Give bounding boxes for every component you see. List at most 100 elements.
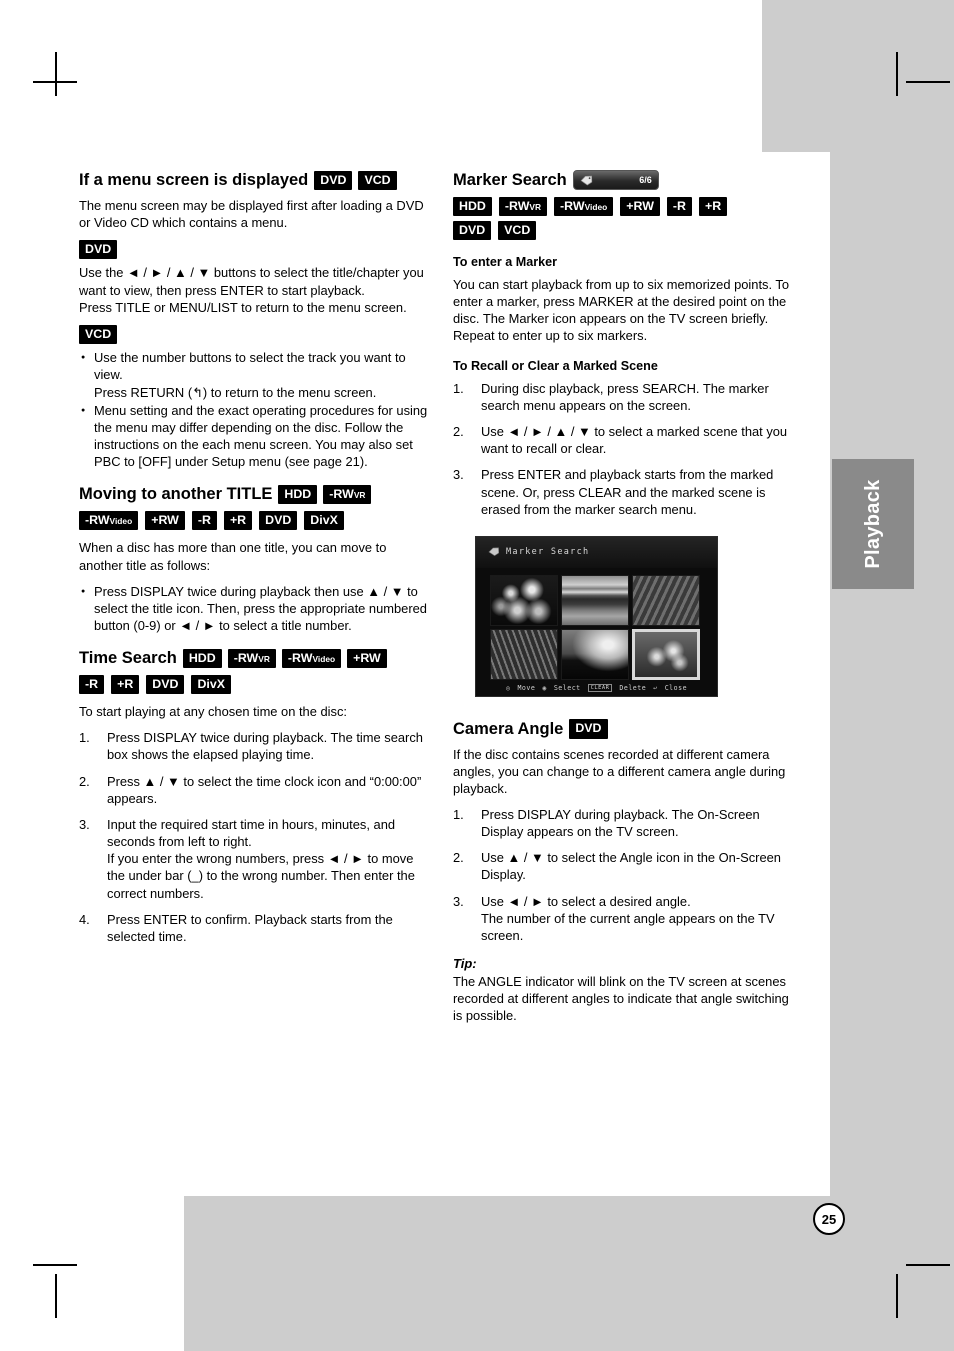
camera-angle-intro: If the disc contains scenes recorded at …	[453, 746, 786, 796]
crop-mark-top-right-horizontal	[906, 81, 950, 83]
list-item: Use ◄ / ► / ▲ / ▼ to select a marked sce…	[453, 423, 788, 457]
osd-title: Marker Search	[506, 547, 590, 558]
section-heading-menu-screen-text: If a menu screen is displayed	[79, 171, 309, 189]
marker-tag-icon	[580, 175, 592, 186]
moving-title-badge-row: -RWVideo +RW -R +R DVD DivX	[79, 510, 429, 531]
disc-badge-plus-r: +R	[223, 510, 253, 531]
crop-mark-top-left-vertical	[55, 52, 57, 96]
marker-search-badge-row-1: HDD -RWVR -RWVideo +RW -R +R	[453, 196, 801, 217]
moving-title-intro: When a disc has more than one title, you…	[79, 540, 387, 573]
tip-label: Tip:	[453, 956, 477, 972]
disc-badge-dvd: DVD	[79, 239, 118, 260]
osd-thumbnail[interactable]	[561, 628, 629, 680]
disc-badge-plus-rw: +RW	[620, 196, 660, 217]
disc-badge-plus-r: +R	[698, 196, 728, 217]
subheading-enter-marker: To enter a Marker	[453, 255, 558, 270]
disc-badge-minus-r: -R	[79, 674, 105, 695]
moving-title-bullet-list: Press DISPLAY twice during playback then…	[79, 583, 429, 634]
menu-screen-intro: The menu screen may be displayed first a…	[79, 197, 424, 230]
vcd-badge-row: VCD	[79, 324, 429, 345]
marker-count-value: 6/6	[639, 174, 652, 185]
osd-thumbnail[interactable]	[561, 574, 629, 626]
list-item: Use ▲ / ▼ to select the Angle icon in th…	[453, 849, 781, 883]
list-item: Press ENTER to confirm. Playback starts …	[79, 911, 393, 944]
dvd-instructions-1: Use the ◄ / ► / ▲ / ▼ buttons to select …	[79, 265, 424, 298]
section-heading-camera-angle: Camera Angle DVD	[453, 719, 801, 740]
disc-badge-hdd: HDD	[182, 648, 222, 669]
disc-badge-rw-vr: -RWVR	[323, 484, 372, 505]
time-search-step-list: Press DISPLAY twice during playback. The…	[79, 729, 429, 945]
section-heading-moving-title: Moving to another TITLE HDD -RWVR	[79, 484, 429, 505]
marker-search-badge-row-2: DVD VCD	[453, 221, 801, 241]
osd-close-label: Close	[664, 683, 688, 692]
list-item: During disc playback, press SEARCH. The …	[453, 380, 769, 413]
disc-badge-dvd: DVD	[146, 674, 185, 695]
osd-delete-key: CLEAR	[587, 683, 613, 692]
osd-close-icon: ↩	[653, 683, 658, 692]
disc-badge-dvd: DVD	[259, 510, 298, 531]
osd-header: Marker Search	[476, 536, 717, 568]
disc-badge-rw-vr: -RWVR	[227, 648, 276, 669]
vcd-bullet-list: Use the number buttons to select the tra…	[79, 349, 429, 470]
disc-badge-vcd: VCD	[498, 221, 537, 241]
dvd-instructions-2: Press TITLE or MENU/LIST to return to th…	[79, 299, 407, 315]
list-item: Input the required start time in hours, …	[79, 816, 415, 901]
disc-badge-divx: DivX	[191, 674, 231, 695]
crop-mark-bottom-right-horizontal	[906, 1264, 950, 1266]
time-search-badge-row: -R +R DVD DivX	[79, 674, 429, 695]
marker-tag-icon	[488, 547, 500, 557]
list-item: Use ◄ / ► to select a desired angle. The …	[453, 893, 775, 943]
list-item: Press ENTER and playback starts from the…	[453, 466, 774, 517]
disc-badge-dvd: DVD	[569, 719, 608, 739]
chapter-side-tab: Playback	[832, 459, 914, 589]
left-column: If a menu screen is displayed DVD VCD Th…	[79, 170, 429, 954]
disc-badge-plus-rw: +RW	[145, 510, 185, 531]
list-item: Press DISPLAY twice during playback then…	[79, 583, 429, 634]
crop-mark-bottom-left-horizontal	[33, 1264, 77, 1266]
osd-move-icon: ◎	[505, 683, 511, 692]
grey-margin-right	[830, 152, 954, 1196]
list-item: Menu setting and the exact operating pro…	[79, 402, 429, 471]
camera-angle-step-list: Press DISPLAY during playback. The On-Sc…	[453, 806, 801, 944]
osd-thumbnail[interactable]	[490, 574, 558, 626]
chapter-side-tab-label: Playback	[861, 479, 884, 569]
crop-mark-top-right-vertical	[896, 52, 898, 96]
section-heading-camera-angle-text: Camera Angle	[453, 719, 564, 738]
crop-mark-bottom-left-vertical	[55, 1274, 57, 1318]
osd-thumbnail-selected[interactable]	[632, 628, 700, 680]
disc-badge-plus-r: +R	[111, 674, 140, 695]
disc-badge-hdd: HDD	[453, 196, 492, 217]
disc-badge-dvd: DVD	[453, 221, 492, 241]
osd-move-label: Move	[517, 683, 536, 692]
disc-badge-divx: DivX	[304, 510, 344, 531]
disc-badge-rw-video: -RWVideo	[281, 648, 342, 669]
osd-select-icon: ◉	[542, 683, 547, 692]
osd-footer: ◎ Move ◉ Select CLEAR Delete ↩ Close	[476, 683, 717, 692]
disc-badge-hdd: HDD	[278, 484, 318, 505]
osd-thumbnail[interactable]	[632, 574, 700, 626]
marker-search-osd-screenshot: Marker Search ◎ Move ◉ Select CLEAR Dele…	[475, 535, 718, 697]
disc-badge-vcd: VCD	[358, 170, 397, 191]
osd-thumbnail-grid	[490, 574, 704, 680]
osd-thumbnail[interactable]	[490, 628, 558, 680]
disc-badge-rw-vr: -RWVR	[498, 196, 548, 217]
disc-badge-rw-video: -RWVideo	[554, 196, 614, 217]
section-heading-time-search-text: Time Search	[79, 649, 177, 668]
grey-margin-top	[762, 0, 954, 152]
dvd-badge-row: DVD	[79, 239, 429, 260]
subheading-recall-clear-scene: To Recall or Clear a Marked Scene	[453, 359, 658, 374]
list-item: Press DISPLAY twice during playback. The…	[79, 729, 423, 763]
right-column: Marker Search 6/6 HDD -RWVR -RWVideo +RW…	[453, 170, 801, 1034]
crop-mark-top-left-horizontal	[33, 81, 77, 83]
disc-badge-plus-rw: +RW	[347, 648, 387, 669]
section-heading-moving-title-text: Moving to another TITLE	[79, 485, 273, 504]
disc-badge-dvd: DVD	[314, 170, 353, 191]
list-item: Press ▲ / ▼ to select the time clock ico…	[79, 773, 422, 806]
time-search-intro: To start playing at any chosen time on t…	[79, 704, 347, 720]
list-item: Press DISPLAY during playback. The On-Sc…	[453, 806, 760, 840]
disc-badge-minus-r: -R	[666, 196, 692, 217]
enter-marker-text: You can start playback from up to six me…	[453, 276, 790, 344]
list-item: Use the number buttons to select the tra…	[79, 349, 429, 400]
section-heading-marker-search-text: Marker Search	[453, 171, 567, 189]
section-heading-marker-search: Marker Search 6/6	[453, 170, 801, 191]
